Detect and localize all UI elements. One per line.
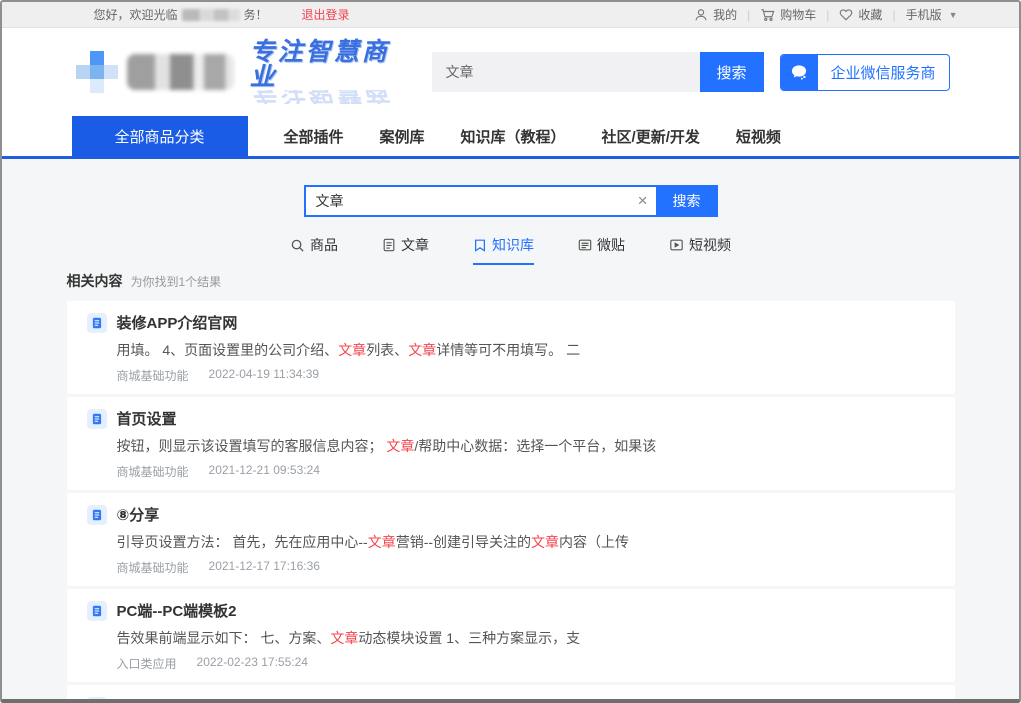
main-nav: 全部商品分类 全部插件 案例库 知识库（教程） 社区/更新/开发 短视频 [2, 116, 1019, 159]
tab-knowledge-label: 知识库 [492, 235, 534, 255]
wecom-service-label: 企业微信服务商 [818, 62, 949, 83]
result-meta: 商城基础功能 2021-12-21 09:53:24 [117, 463, 935, 480]
tab-goods-label: 商品 [310, 235, 338, 255]
nav-all-categories[interactable]: 全部商品分类 [72, 116, 248, 156]
site-header: 专注智慧商业 专注智慧商业 搜索 企业微信服务商 [2, 28, 1019, 116]
wecom-chat-icon [781, 54, 818, 91]
main-content: × 搜索 商品 文章 [2, 159, 1019, 703]
result-meta: 入口类应用 2022-02-23 17:55:24 [117, 655, 935, 672]
header-search-button[interactable]: 搜索 [700, 52, 764, 92]
result-search: × 搜索 [304, 185, 718, 217]
result-card[interactable]: PC端--PC端模板2 告效果前端显示如下： 七、方案、文章动态模块设置 1、三… [67, 589, 955, 682]
my-account-label: 我的 [713, 6, 737, 23]
cart-link[interactable]: 购物车 [760, 6, 816, 23]
nav-case-library[interactable]: 案例库 [380, 116, 425, 156]
document-icon [87, 313, 107, 333]
document-icon [87, 601, 107, 621]
nav-knowledge-base[interactable]: 知识库（教程） [461, 116, 566, 156]
chevron-down-icon: ▼ [949, 10, 958, 20]
favorites-link[interactable]: 收藏 [839, 6, 882, 23]
tab-posts-label: 微贴 [597, 235, 625, 255]
result-desc: 用填。 4、页面设置里的公司介绍、文章列表、文章详情等可不用填写。 二 [117, 340, 935, 360]
tab-posts[interactable]: 微贴 [578, 235, 625, 265]
result-desc: 告效果前端显示如下： 七、方案、文章动态模块设置 1、三种方案显示，支 [117, 628, 935, 648]
result-category: 商城基础功能 [117, 463, 189, 480]
browser-window: 您好，欢迎光临 务！ 退出登录 我的 | [0, 0, 1021, 703]
favorites-label: 收藏 [858, 6, 882, 23]
logout-link[interactable]: 退出登录 [302, 6, 350, 23]
result-title[interactable]: PC端--PC端模板2 [117, 600, 237, 621]
result-type-tabs: 商品 文章 知识库 [2, 235, 1019, 265]
result-meta: 商城基础功能 2021-12-17 17:16:36 [117, 559, 935, 576]
result-search-input[interactable] [304, 185, 656, 217]
article-icon [382, 238, 396, 252]
tab-knowledge[interactable]: 知识库 [473, 235, 534, 265]
header-search: 搜索 [432, 52, 764, 92]
result-time: 2021-12-17 17:16:36 [209, 559, 320, 576]
mobile-version-label: 手机版 [906, 6, 942, 23]
tab-articles-label: 文章 [401, 235, 429, 255]
result-category: 入口类应用 [117, 655, 177, 672]
results-title: 相关内容 [67, 271, 123, 291]
document-icon [87, 697, 107, 703]
site-logo[interactable]: 专注智慧商业 专注智慧商业 [64, 40, 416, 104]
result-card[interactable]: 装修APP介绍官网 用填。 4、页面设置里的公司介绍、文章列表、文章详情等可不用… [67, 301, 955, 394]
result-time: 2021-12-21 09:53:24 [209, 463, 320, 480]
result-desc: 引导页设置方法： 首先，先在应用中心--文章营销--创建引导关注的文章内容（上传 [117, 532, 935, 552]
knowledge-icon [473, 238, 487, 252]
result-card[interactable]: PC端--前端页面 [67, 685, 955, 703]
result-title[interactable]: 首页设置 [117, 408, 177, 429]
result-category: 商城基础功能 [117, 367, 189, 384]
brand-slogan: 专注智慧商业 专注智慧商业 [250, 40, 416, 104]
video-icon [669, 238, 684, 252]
results-count: 为你找到1个结果 [131, 273, 222, 290]
tab-videos-label: 短视频 [689, 235, 731, 255]
welcome-text: 您好，欢迎光临 务！ [94, 6, 268, 23]
divider: | [892, 8, 895, 22]
result-desc: 按钮，则显示该设置填写的客服信息内容； 文章/帮助中心数据：选择一个平台，如果该 [117, 436, 935, 456]
result-title[interactable]: ⑧分享 [117, 504, 160, 525]
my-account-link[interactable]: 我的 [694, 6, 737, 23]
tab-goods[interactable]: 商品 [290, 235, 338, 265]
divider: | [826, 8, 829, 22]
nav-all-plugins[interactable]: 全部插件 [284, 116, 344, 156]
header-search-input[interactable] [432, 52, 700, 92]
user-icon [694, 8, 708, 22]
clear-search-icon[interactable]: × [638, 185, 648, 217]
redacted-brand-name [127, 54, 234, 90]
result-card[interactable]: 首页设置 按钮，则显示该设置填写的客服信息内容； 文章/帮助中心数据：选择一个平… [67, 397, 955, 490]
tab-articles[interactable]: 文章 [382, 235, 429, 265]
result-meta: 商城基础功能 2022-04-19 11:34:39 [117, 367, 935, 384]
result-title[interactable]: PC端--前端页面 [117, 696, 223, 703]
cart-icon [760, 8, 775, 22]
result-time: 2022-02-23 17:55:24 [197, 655, 308, 672]
mobile-version-menu[interactable]: 手机版 ▼ [906, 6, 958, 23]
heart-icon [839, 8, 853, 21]
result-category: 商城基础功能 [117, 559, 189, 576]
result-title[interactable]: 装修APP介绍官网 [117, 312, 238, 333]
document-icon [87, 409, 107, 429]
wecom-service-button[interactable]: 企业微信服务商 [780, 54, 950, 91]
nav-community[interactable]: 社区/更新/开发 [602, 116, 700, 156]
search-icon [290, 238, 305, 253]
post-icon [578, 238, 592, 252]
document-icon [87, 505, 107, 525]
result-time: 2022-04-19 11:34:39 [209, 367, 320, 384]
result-card[interactable]: ⑧分享 引导页设置方法： 首先，先在应用中心--文章营销--创建引导关注的文章内… [67, 493, 955, 586]
nav-short-video[interactable]: 短视频 [736, 116, 781, 156]
results-list: 装修APP介绍官网 用填。 4、页面设置里的公司介绍、文章列表、文章详情等可不用… [67, 301, 955, 703]
tab-videos[interactable]: 短视频 [669, 235, 731, 265]
divider: | [747, 8, 750, 22]
slogan-reflection: 专注智慧商业 [250, 90, 416, 104]
redacted-username [182, 9, 240, 21]
results-header: 相关内容 为你找到1个结果 [67, 271, 955, 291]
result-search-button[interactable]: 搜索 [656, 185, 718, 217]
logo-plus-icon [76, 51, 117, 93]
top-bar: 您好，欢迎光临 务！ 退出登录 我的 | [2, 2, 1019, 28]
cart-label: 购物车 [780, 6, 816, 23]
